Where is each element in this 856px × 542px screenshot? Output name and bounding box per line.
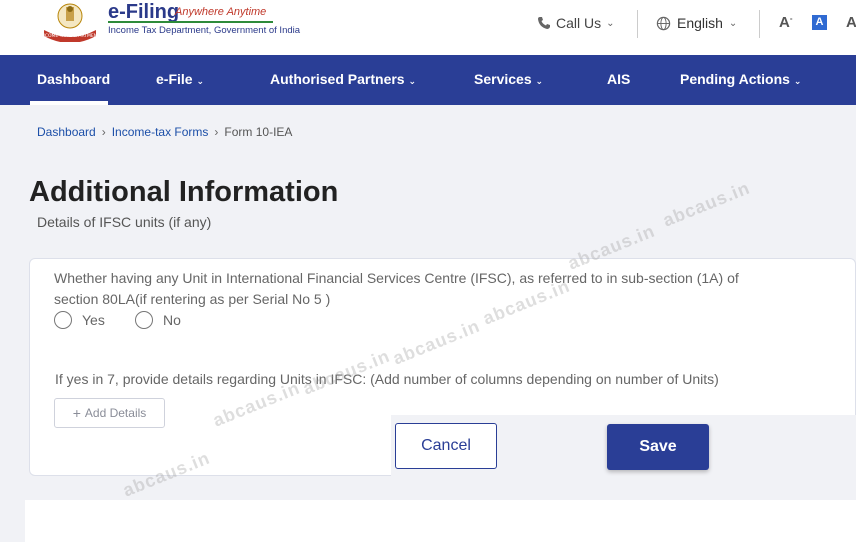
nav-active-indicator [30, 101, 108, 105]
nav-item-services[interactable]: Services ⌄ [474, 71, 543, 87]
nav-item-efile[interactable]: e-File ⌄ [156, 71, 204, 87]
chevron-down-icon: ⌄ [606, 17, 615, 29]
nav-label: Dashboard [37, 71, 111, 87]
chevron-down-icon: ⌄ [408, 76, 417, 86]
chevron-down-icon: ⌄ [793, 76, 802, 86]
radio-circle[interactable] [135, 311, 153, 329]
page-subtitle: Details of IFSC units (if any) [37, 214, 212, 230]
radio-circle[interactable] [54, 311, 72, 329]
nav-item-dashboard[interactable]: Dashboard [37, 71, 110, 87]
font-size-decrease-button[interactable]: A- [779, 14, 793, 31]
breadcrumb-income-tax-forms[interactable]: Income-tax Forms [112, 125, 209, 139]
save-button[interactable]: Save [607, 424, 709, 470]
breadcrumb-current: Form 10-IEA [224, 125, 293, 139]
nav-item-authorised-partners[interactable]: Authorised Partners ⌄ [270, 71, 416, 87]
call-us-button[interactable]: Call Us ⌄ [537, 15, 615, 31]
breadcrumb-dashboard[interactable]: Dashboard [37, 125, 96, 139]
brand-divider [108, 21, 273, 23]
radio-no-label: No [163, 312, 181, 328]
nav-label: AIS [607, 71, 631, 87]
nav-label: Services [474, 71, 532, 87]
breadcrumb: Dashboard › Income-tax Forms › Form 10-I… [37, 125, 292, 139]
chevron-right-icon: › [214, 125, 219, 139]
font-size-normal-button[interactable]: A [812, 15, 827, 30]
page-title: Additional Information [29, 176, 339, 208]
language-label: English [677, 15, 723, 31]
top-header: INCOME TAX DEPARTMENT e-Filing Anywhere … [0, 0, 856, 55]
nav-item-ais[interactable]: AIS [607, 71, 630, 87]
chevron-down-icon: ⌄ [535, 76, 544, 86]
nav-label: e-File [156, 71, 193, 87]
radio-yes[interactable]: Yes [54, 311, 105, 329]
brand-subtitle: Income Tax Department, Government of Ind… [108, 25, 301, 36]
ifsc-question: Whether having any Unit in International… [54, 270, 739, 307]
font-decrease-label: A [779, 14, 790, 31]
phone-icon [538, 17, 550, 29]
chevron-down-icon: ⌄ [728, 17, 738, 29]
income-tax-logo-icon: INCOME TAX DEPARTMENT [40, 3, 100, 42]
chevron-right-icon: › [101, 125, 106, 139]
nav-label: Authorised Partners [270, 71, 405, 87]
globe-icon [656, 16, 671, 30]
svg-text:INCOME TAX DEPARTMENT: INCOME TAX DEPARTMENT [40, 33, 100, 39]
chevron-down-icon: ⌄ [196, 76, 205, 86]
main-nav: Dashboard e-File ⌄ Authorised Partners ⌄… [0, 55, 856, 105]
watermark-text: abcaus.in [660, 177, 753, 231]
cancel-button[interactable]: Cancel [395, 423, 497, 469]
radio-no[interactable]: No [135, 311, 181, 329]
header-divider [637, 10, 638, 38]
language-selector[interactable]: English ⌄ [656, 15, 737, 31]
nav-item-pending-actions[interactable]: Pending Actions ⌄ [680, 71, 801, 87]
radio-yes-label: Yes [82, 312, 105, 328]
page-bottom [25, 500, 856, 542]
plus-icon: + [72, 405, 81, 421]
brand-tagline: Anywhere Anytime [175, 6, 267, 18]
font-size-increase-button[interactable]: A [846, 14, 856, 31]
nav-label: Pending Actions [680, 71, 790, 87]
ifsc-details-question: If yes in 7, provide details regarding U… [55, 371, 719, 387]
add-details-button[interactable]: + Add Details [54, 398, 165, 428]
call-us-label: Call Us [556, 15, 602, 31]
add-details-label: Add Details [84, 406, 147, 420]
header-divider [759, 10, 760, 38]
